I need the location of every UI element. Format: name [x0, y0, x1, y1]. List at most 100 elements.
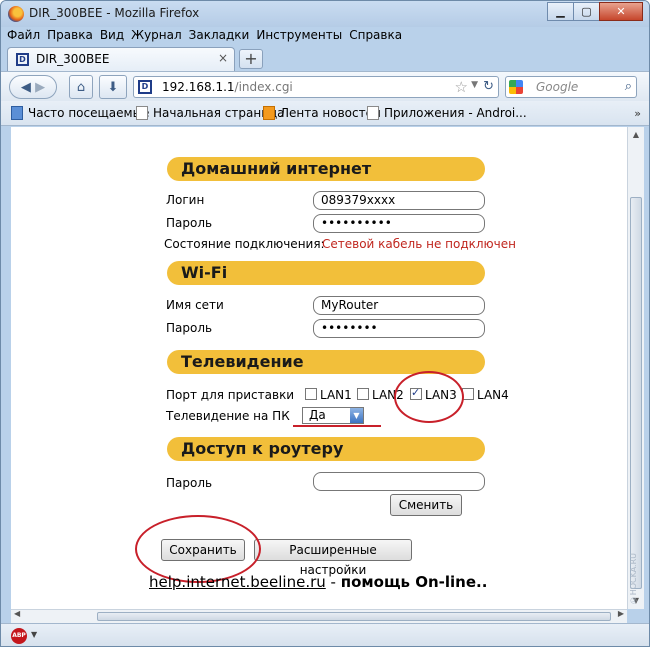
bookmark-apps-android[interactable]: Приложения - Androi... — [367, 106, 527, 120]
bookmark-label: Часто посещаемые — [28, 106, 150, 120]
forward-arrow-icon[interactable]: ▶ — [35, 80, 45, 95]
login-input[interactable]: 089379xxxx — [313, 191, 485, 210]
back-arrow-icon[interactable]: ◀ — [21, 80, 31, 95]
minimize-button[interactable]: ▁ — [547, 2, 574, 21]
tab-strip: D DIR_300BEE × + — [1, 45, 649, 71]
window-title: DIR_300BEE - Mozilla Firefox — [29, 6, 200, 20]
window-controls: ▁ ▢ ✕ — [547, 2, 643, 21]
section-title: Домашний интернет — [181, 159, 372, 178]
menu-history[interactable]: Журнал — [131, 28, 182, 46]
connection-status-value: Сетевой кабель не подключен — [322, 237, 516, 251]
help-suffix: .. — [476, 573, 488, 591]
page-content: Домашний интернет Логин 089379xxxx Парол… — [11, 127, 627, 609]
scroll-left-icon[interactable]: ◀ — [14, 609, 20, 618]
section-access-header: Доступ к роутеру — [167, 437, 485, 461]
section-tv-header: Телевидение — [167, 350, 485, 374]
bookmark-label: Приложения - Androi... — [384, 106, 527, 120]
page-icon — [136, 106, 148, 120]
browser-window: DIR_300BEE - Mozilla Firefox ▁ ▢ ✕ Файл … — [0, 0, 650, 647]
url-history-dropdown-icon[interactable]: ▼ — [471, 80, 478, 90]
new-tab-button[interactable]: + — [239, 49, 263, 69]
section-title: Wi-Fi — [181, 263, 228, 282]
search-placeholder: Google — [536, 80, 579, 94]
address-bar[interactable]: D 192.168.1.1/index.cgi ☆ ▼ ↻ — [133, 76, 499, 98]
section-title: Доступ к роутеру — [181, 439, 344, 458]
tv-on-pc-value: Да — [309, 408, 326, 422]
url-host: 192.168.1.1 — [162, 80, 235, 94]
lan1-checkbox[interactable] — [305, 388, 317, 400]
connection-status-label: Состояние подключения: — [164, 237, 325, 251]
url-path: /index.cgi — [234, 80, 293, 94]
menu-bookmarks[interactable]: Закладки — [189, 28, 250, 46]
annotation-underline-tv-select — [293, 425, 381, 427]
help-link[interactable]: help.internet.beeline.ru — [149, 573, 326, 591]
lan2-checkbox[interactable] — [357, 388, 369, 400]
login-label: Логин — [166, 193, 205, 207]
stb-port-label: Порт для приставки — [166, 388, 295, 402]
section-title: Телевидение — [181, 352, 304, 371]
menu-tools[interactable]: Инструменты — [256, 28, 342, 46]
lan4-label: LAN4 — [477, 388, 509, 402]
menu-edit[interactable]: Правка — [47, 28, 93, 46]
reload-icon[interactable]: ↻ — [483, 79, 494, 94]
ssid-label: Имя сети — [166, 298, 224, 312]
internet-password-label: Пароль — [166, 216, 213, 230]
horizontal-scroll-thumb[interactable] — [97, 612, 611, 621]
router-password-input[interactable] — [313, 472, 485, 491]
scroll-up-icon[interactable]: ▲ — [628, 127, 644, 143]
wifi-password-input[interactable]: •••••••• — [313, 319, 485, 338]
tab-title: DIR_300BEE — [36, 52, 110, 66]
search-icon[interactable]: ⌕ — [625, 79, 632, 94]
bookmark-star-icon[interactable]: ☆ — [455, 78, 468, 96]
bookmark-news-feed[interactable]: Лента новостей — [263, 106, 381, 120]
change-password-button[interactable]: Сменить — [390, 494, 462, 516]
ssid-input[interactable]: MyRouter — [313, 296, 485, 315]
firefox-logo-icon — [8, 6, 24, 22]
page-icon — [367, 106, 379, 120]
annotation-circle-lan3 — [394, 371, 464, 423]
most-visited-icon — [11, 106, 23, 120]
horizontal-scrollbar[interactable]: ◀ ▶ — [11, 609, 627, 623]
back-forward-button[interactable]: ◀ ▶ — [9, 75, 57, 99]
menu-view[interactable]: Вид — [100, 28, 124, 46]
tab-close-icon[interactable]: × — [218, 51, 228, 65]
lan1-label: LAN1 — [320, 388, 352, 402]
watermark: ©HOCKA.RU — [629, 553, 638, 605]
bookmarks-toolbar: Часто посещаемые Начальная страница Лент… — [1, 101, 649, 126]
home-button[interactable]: ⌂ — [69, 75, 93, 99]
tv-on-pc-select[interactable]: Да ▼ — [302, 407, 364, 424]
adblock-plus-icon[interactable]: ABP — [11, 628, 27, 644]
bookmarks-overflow-icon[interactable]: » — [634, 107, 641, 120]
google-engine-icon[interactable] — [509, 80, 523, 94]
router-password-label: Пароль — [166, 476, 213, 490]
home-icon: ⌂ — [76, 79, 86, 95]
adblock-dropdown-icon[interactable]: ▼ — [31, 630, 37, 639]
tab-dir300bee[interactable]: D DIR_300BEE × — [7, 47, 235, 71]
title-bar: DIR_300BEE - Mozilla Firefox ▁ ▢ ✕ — [1, 1, 649, 27]
navigation-toolbar: ◀ ▶ ⌂ ⬇ D 192.168.1.1/index.cgi ☆ ▼ ↻ Go… — [1, 71, 649, 101]
dlink-favicon-icon: D — [16, 53, 29, 66]
status-bar: ABP ▼ — [1, 623, 649, 646]
vertical-scrollbar[interactable]: ▲ ▼ — [627, 127, 644, 609]
search-bar[interactable]: Google ⌕ — [505, 76, 637, 98]
download-arrow-icon: ⬇ — [107, 79, 119, 95]
help-text: помощь On-line — [340, 573, 477, 591]
bookmark-most-visited[interactable]: Часто посещаемые — [11, 106, 149, 120]
vertical-scroll-thumb[interactable] — [630, 197, 642, 589]
section-wifi-header: Wi-Fi — [167, 261, 485, 285]
chevron-down-icon[interactable]: ▼ — [350, 408, 363, 423]
dlink-site-icon: D — [138, 80, 152, 94]
menu-help[interactable]: Справка — [349, 28, 402, 46]
scroll-right-icon[interactable]: ▶ — [618, 609, 624, 618]
menu-file[interactable]: Файл — [7, 28, 40, 46]
bookmark-label: Лента новостей — [280, 106, 381, 120]
close-window-button[interactable]: ✕ — [599, 2, 643, 21]
downloads-button[interactable]: ⬇ — [99, 75, 127, 99]
url-text[interactable]: 192.168.1.1/index.cgi — [162, 80, 293, 94]
help-line: help.internet.beeline.ru - помощь On-lin… — [149, 573, 487, 591]
maximize-button[interactable]: ▢ — [573, 2, 600, 21]
advanced-settings-button[interactable]: Расширенные настройки — [254, 539, 412, 577]
menu-bar: Файл Правка Вид Журнал Закладки Инструме… — [7, 28, 409, 46]
rss-icon — [263, 106, 275, 120]
internet-password-input[interactable]: •••••••••• — [313, 214, 485, 233]
